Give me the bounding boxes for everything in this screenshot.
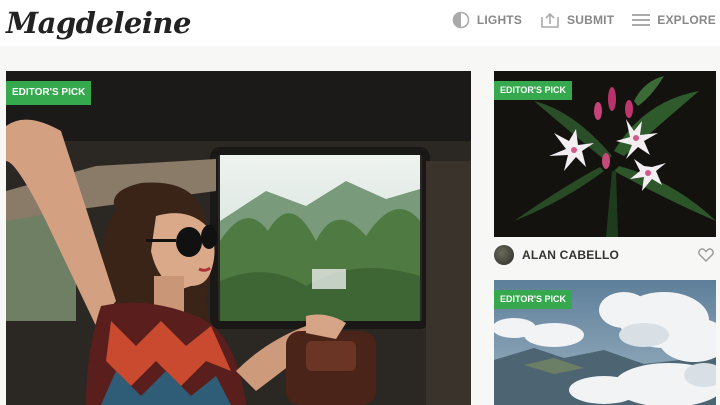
photo-card-clouds[interactable]: EDITOR'S PICK — [494, 280, 716, 405]
nav-lights-button[interactable]: LIGHTS — [452, 11, 522, 29]
main-nav: LIGHTS SUBMIT EXPLORE — [434, 11, 716, 29]
photo-woman-in-car — [6, 71, 471, 405]
site-header: Magdeleine LIGHTS SUBMIT EXPLORE — [0, 0, 720, 46]
editors-pick-badge[interactable]: EDITOR'S PICK — [6, 81, 92, 105]
photo-author-row: ALAN CABELLO — [494, 242, 716, 268]
editors-pick-badge[interactable]: EDITOR'S PICK — [494, 81, 572, 100]
site-logo[interactable]: Magdeleine — [6, 4, 191, 42]
avatar[interactable] — [494, 245, 514, 265]
author-name[interactable]: ALAN CABELLO — [522, 248, 619, 262]
heart-icon[interactable] — [698, 248, 714, 262]
nav-submit-button[interactable]: SUBMIT — [540, 11, 614, 29]
nav-explore-label: EXPLORE — [657, 13, 716, 27]
menu-icon — [632, 14, 651, 26]
photo-card-main[interactable]: EDITOR'S PICK — [6, 71, 471, 405]
nav-submit-label: SUBMIT — [567, 13, 615, 27]
nav-lights-label: LIGHTS — [476, 13, 523, 27]
editors-pick-badge[interactable]: EDITOR'S PICK — [494, 290, 572, 309]
lightbulb-icon — [452, 11, 470, 29]
photo-card-flowers[interactable]: EDITOR'S PICK — [494, 71, 716, 237]
upload-icon — [541, 12, 559, 28]
nav-explore-button[interactable]: EXPLORE — [632, 13, 716, 27]
